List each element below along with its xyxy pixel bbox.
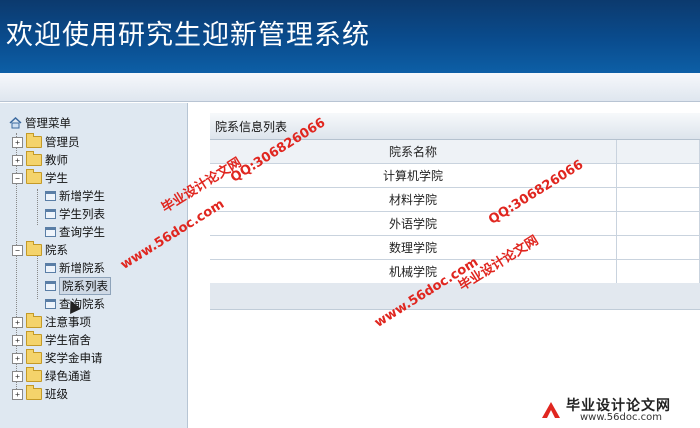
logo-icon xyxy=(542,402,560,418)
sidebar-item-notices[interactable]: + 注意事项 xyxy=(12,313,91,331)
folder-icon xyxy=(26,133,42,148)
folder-open-icon xyxy=(26,241,42,256)
logo-url: www.56doc.com xyxy=(580,412,663,423)
expand-icon[interactable]: + xyxy=(12,388,23,400)
expand-icon[interactable]: + xyxy=(12,154,23,166)
table-cell xyxy=(616,211,700,236)
department-table: 院系名称 计算机学院 材料学院 外语学院 数理学院 机械学院 xyxy=(210,140,700,284)
sidebar-item-student[interactable]: − 学生 xyxy=(12,169,68,187)
tree-root[interactable]: 管理菜单 xyxy=(9,114,71,132)
folder-open-icon xyxy=(26,169,42,184)
sidebar-item-query-student[interactable]: 查询学生 xyxy=(45,223,105,241)
expand-icon[interactable]: + xyxy=(12,334,23,346)
panel-title: 院系信息列表 xyxy=(215,120,288,134)
table-header-row: 院系名称 xyxy=(210,140,700,164)
table-row[interactable]: 机械学院 xyxy=(210,259,700,284)
tree-guide xyxy=(37,255,38,299)
table-row[interactable]: 材料学院 xyxy=(210,187,700,212)
tree-guide xyxy=(37,189,38,225)
sidebar-item-add-student[interactable]: 新增学生 xyxy=(45,187,105,205)
collapse-icon[interactable]: − xyxy=(12,172,23,184)
folder-icon xyxy=(26,151,42,166)
page-icon xyxy=(45,263,56,273)
sidebar-item-department[interactable]: − 院系 xyxy=(12,241,68,259)
page-icon xyxy=(45,299,56,309)
sidebar: 管理菜单 + 管理员 + 教师 − 学生 新增学生 学生列表 查询学生 − 院系… xyxy=(0,103,188,428)
table-row[interactable]: 计算机学院 xyxy=(210,163,700,188)
page-icon xyxy=(45,209,56,219)
page-icon xyxy=(45,227,56,237)
table-row[interactable]: 外语学院 xyxy=(210,211,700,236)
sidebar-item-teacher[interactable]: + 教师 xyxy=(12,151,68,169)
column-header xyxy=(616,140,700,164)
site-logo: 毕业设计论文网 www.56doc.com xyxy=(538,394,698,426)
sidebar-item-student-list[interactable]: 学生列表 xyxy=(45,205,105,223)
expand-icon[interactable]: + xyxy=(12,316,23,328)
folder-icon xyxy=(26,313,42,328)
page-icon xyxy=(45,191,56,201)
expand-icon[interactable]: + xyxy=(12,136,23,148)
table-cell xyxy=(616,259,700,284)
sidebar-item-dormitory[interactable]: + 学生宿舍 xyxy=(12,331,91,349)
folder-icon xyxy=(26,349,42,364)
collapse-icon[interactable]: − xyxy=(12,244,23,256)
folder-icon xyxy=(26,331,42,346)
department-name-cell: 外语学院 xyxy=(210,211,617,236)
table-cell xyxy=(616,235,700,260)
folder-icon xyxy=(26,385,42,400)
department-name-cell: 计算机学院 xyxy=(210,163,617,188)
expand-icon[interactable]: + xyxy=(12,352,23,364)
table-cell xyxy=(616,163,700,188)
main-panel: 院系信息列表 院系名称 计算机学院 材料学院 外语学院 数理学院 机械学院 xyxy=(210,103,700,428)
sidebar-item-green-channel[interactable]: + 绿色通道 xyxy=(12,367,91,385)
tree-root-label: 管理菜单 xyxy=(25,116,71,130)
sidebar-item-admin[interactable]: + 管理员 xyxy=(12,133,80,151)
sidebar-item-class[interactable]: + 班级 xyxy=(12,385,68,403)
sidebar-item-add-department[interactable]: 新增院系 xyxy=(45,259,105,277)
sidebar-item-scholarship[interactable]: + 奖学金申请 xyxy=(12,349,103,367)
folder-icon xyxy=(26,367,42,382)
table-footer xyxy=(210,283,700,310)
header-band xyxy=(0,73,700,102)
department-name-cell: 数理学院 xyxy=(210,235,617,260)
department-name-cell: 材料学院 xyxy=(210,187,617,212)
home-icon xyxy=(9,117,22,129)
sidebar-item-department-list[interactable]: 院系列表 xyxy=(45,277,111,295)
app-title: 欢迎使用研究生迎新管理系统 xyxy=(6,20,370,51)
expand-icon[interactable]: + xyxy=(12,370,23,382)
table-row[interactable]: 数理学院 xyxy=(210,235,700,260)
table-cell xyxy=(616,187,700,212)
app-header: 欢迎使用研究生迎新管理系统 xyxy=(0,0,700,73)
panel-header: 院系信息列表 xyxy=(210,113,700,140)
department-name-cell: 机械学院 xyxy=(210,259,617,284)
page-icon xyxy=(45,281,56,291)
column-header: 院系名称 xyxy=(210,140,617,164)
